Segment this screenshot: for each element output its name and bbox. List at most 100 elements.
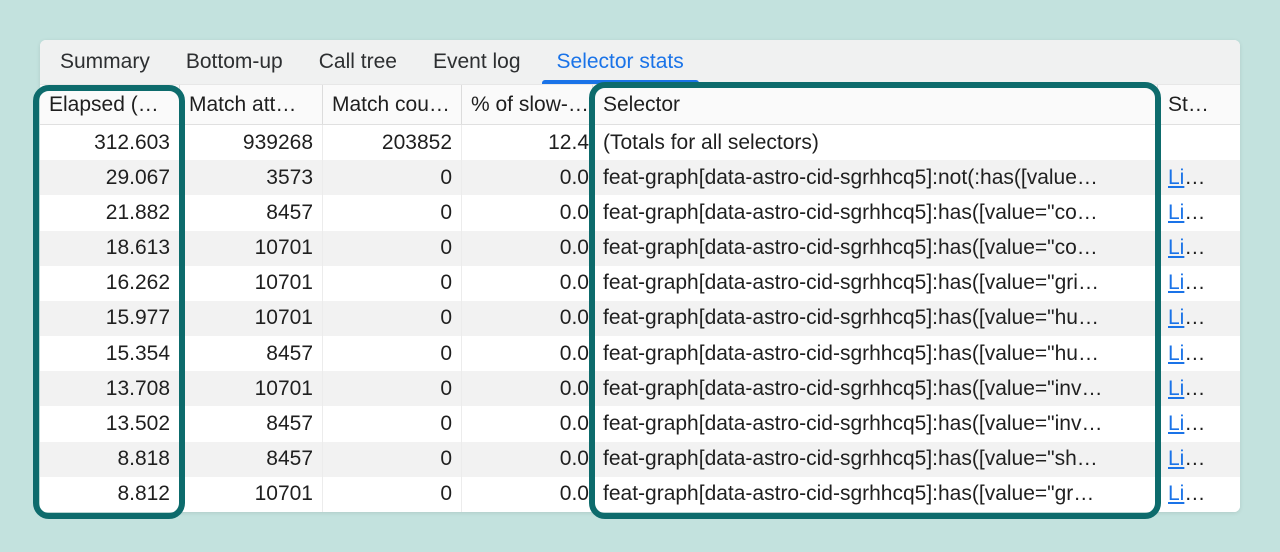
panel-tab-bar: Summary Bottom-up Call tree Event log Se…: [40, 40, 1240, 85]
cell-match-attempts: 10701: [180, 476, 323, 512]
table-body: 312.603 939268 203852 12.4 (Totals for a…: [40, 125, 1240, 512]
cell-style-sheet: Li…: [1158, 195, 1240, 230]
cell-slow-path-pct: 0.0: [462, 406, 593, 442]
cell-style-sheet: Li…: [1158, 371, 1240, 406]
cell-elapsed: 312.603: [40, 125, 180, 161]
column-header-selector[interactable]: Selector: [593, 85, 1158, 124]
column-header-style-sheet[interactable]: St…: [1158, 85, 1240, 124]
cell-elapsed: 15.354: [40, 336, 180, 372]
cell-slow-path-pct: 0.0: [462, 195, 593, 231]
cell-selector: (Totals for all selectors): [593, 125, 1158, 161]
cell-match-attempts: 8457: [180, 441, 323, 477]
cell-match-count: 0: [323, 160, 462, 196]
style-sheet-link[interactable]: Li: [1168, 236, 1184, 260]
style-sheet-link[interactable]: Li: [1168, 342, 1184, 366]
cell-match-count: 0: [323, 336, 462, 372]
link-truncation-ellipsis: …: [1184, 165, 1206, 189]
cell-selector: feat-graph[data-astro-cid-sgrhhcq5]:has(…: [593, 371, 1158, 407]
devtools-performance-panel: Summary Bottom-up Call tree Event log Se…: [40, 40, 1240, 512]
cell-match-attempts: 8457: [180, 336, 323, 372]
style-sheet-link[interactable]: Li: [1168, 447, 1184, 471]
cell-match-attempts: 3573: [180, 160, 323, 196]
cell-slow-path-pct: 0.0: [462, 476, 593, 512]
cell-selector: feat-graph[data-astro-cid-sgrhhcq5]:has(…: [593, 441, 1158, 477]
column-header-slow-path-pct[interactable]: % of slow-…: [462, 85, 593, 124]
cell-match-attempts: 8457: [180, 195, 323, 231]
column-header-match-count[interactable]: Match cou…: [323, 85, 462, 124]
cell-slow-path-pct: 0.0: [462, 300, 593, 337]
style-sheet-link[interactable]: Li: [1168, 166, 1184, 190]
cell-match-count: 0: [323, 265, 462, 301]
cell-style-sheet: Li…: [1158, 442, 1240, 477]
style-sheet-link[interactable]: Li: [1168, 306, 1184, 330]
style-sheet-link[interactable]: Li: [1168, 377, 1184, 401]
cell-elapsed: 29.067: [40, 160, 180, 196]
tab-selector-stats[interactable]: Selector stats: [539, 40, 702, 84]
cell-match-attempts: 10701: [180, 265, 323, 301]
cell-slow-path-pct: 0.0: [462, 230, 593, 266]
cell-style-sheet: Li…: [1158, 336, 1240, 371]
table-row[interactable]: 13.502 8457 0 0.0 feat-graph[data-astro-…: [40, 406, 1240, 442]
table-row[interactable]: 8.812 10701 0 0.0 feat-graph[data-astro-…: [40, 476, 1240, 512]
cell-match-count: 0: [323, 476, 462, 512]
cell-match-count: 0: [323, 371, 462, 407]
cell-style-sheet: Li…: [1158, 477, 1240, 512]
link-truncation-ellipsis: …: [1184, 376, 1206, 400]
column-header-match-attempts[interactable]: Match att…: [180, 85, 323, 124]
cell-match-attempts: 8457: [180, 406, 323, 442]
cell-slow-path-pct: 0.0: [462, 441, 593, 477]
link-truncation-ellipsis: …: [1184, 271, 1206, 295]
cell-style-sheet: [1158, 125, 1240, 160]
link-truncation-ellipsis: …: [1184, 447, 1206, 471]
column-header-elapsed[interactable]: Elapsed (…: [40, 85, 180, 124]
tab-bottom-up[interactable]: Bottom-up: [168, 40, 301, 84]
link-truncation-ellipsis: …: [1184, 200, 1206, 224]
table-row[interactable]: 13.708 10701 0 0.0 feat-graph[data-astro…: [40, 371, 1240, 407]
table-row[interactable]: 21.882 8457 0 0.0 feat-graph[data-astro-…: [40, 195, 1240, 231]
cell-elapsed: 16.262: [40, 265, 180, 301]
table-row[interactable]: 16.262 10701 0 0.0 feat-graph[data-astro…: [40, 265, 1240, 301]
cell-match-attempts: 10701: [180, 230, 323, 266]
cell-match-attempts: 939268: [180, 125, 323, 161]
cell-slow-path-pct: 0.0: [462, 265, 593, 301]
cell-selector: feat-graph[data-astro-cid-sgrhhcq5]:has(…: [593, 476, 1158, 512]
cell-elapsed: 18.613: [40, 230, 180, 266]
table-row[interactable]: 15.977 10701 0 0.0 feat-graph[data-astro…: [40, 300, 1240, 337]
cell-match-count: 0: [323, 406, 462, 442]
cell-match-attempts: 10701: [180, 371, 323, 407]
cell-elapsed: 13.708: [40, 371, 180, 407]
style-sheet-link[interactable]: Li: [1168, 271, 1184, 295]
cell-style-sheet: Li…: [1158, 231, 1240, 266]
cell-elapsed: 13.502: [40, 406, 180, 442]
style-sheet-link[interactable]: Li: [1168, 201, 1184, 225]
cell-style-sheet: Li…: [1158, 301, 1240, 336]
cell-match-count: 0: [323, 230, 462, 266]
cell-selector: feat-graph[data-astro-cid-sgrhhcq5]:has(…: [593, 336, 1158, 372]
tab-event-log[interactable]: Event log: [415, 40, 539, 84]
table-row[interactable]: 15.354 8457 0 0.0 feat-graph[data-astro-…: [40, 336, 1240, 372]
style-sheet-link[interactable]: Li: [1168, 482, 1184, 506]
link-truncation-ellipsis: …: [1184, 411, 1206, 435]
cell-selector: feat-graph[data-astro-cid-sgrhhcq5]:has(…: [593, 195, 1158, 231]
page-background: Summary Bottom-up Call tree Event log Se…: [0, 0, 1280, 552]
cell-style-sheet: Li…: [1158, 406, 1240, 441]
cell-match-count: 203852: [323, 125, 462, 161]
link-truncation-ellipsis: …: [1184, 306, 1206, 330]
cell-selector: feat-graph[data-astro-cid-sgrhhcq5]:has(…: [593, 265, 1158, 301]
tab-call-tree[interactable]: Call tree: [301, 40, 415, 84]
cell-slow-path-pct: 0.0: [462, 336, 593, 372]
link-truncation-ellipsis: …: [1184, 236, 1206, 260]
cell-style-sheet: Li…: [1158, 160, 1240, 195]
link-truncation-ellipsis: …: [1184, 482, 1206, 506]
cell-match-count: 0: [323, 195, 462, 231]
style-sheet-link[interactable]: Li: [1168, 412, 1184, 436]
cell-elapsed: 21.882: [40, 195, 180, 231]
table-row[interactable]: 29.067 3573 0 0.0 feat-graph[data-astro-…: [40, 160, 1240, 196]
table-row[interactable]: 8.818 8457 0 0.0 feat-graph[data-astro-c…: [40, 441, 1240, 477]
tab-summary[interactable]: Summary: [42, 40, 168, 84]
table-row[interactable]: 312.603 939268 203852 12.4 (Totals for a…: [40, 125, 1240, 161]
cell-style-sheet: Li…: [1158, 266, 1240, 301]
cell-match-count: 0: [323, 300, 462, 337]
table-row[interactable]: 18.613 10701 0 0.0 feat-graph[data-astro…: [40, 230, 1240, 266]
cell-selector: feat-graph[data-astro-cid-sgrhhcq5]:has(…: [593, 230, 1158, 266]
